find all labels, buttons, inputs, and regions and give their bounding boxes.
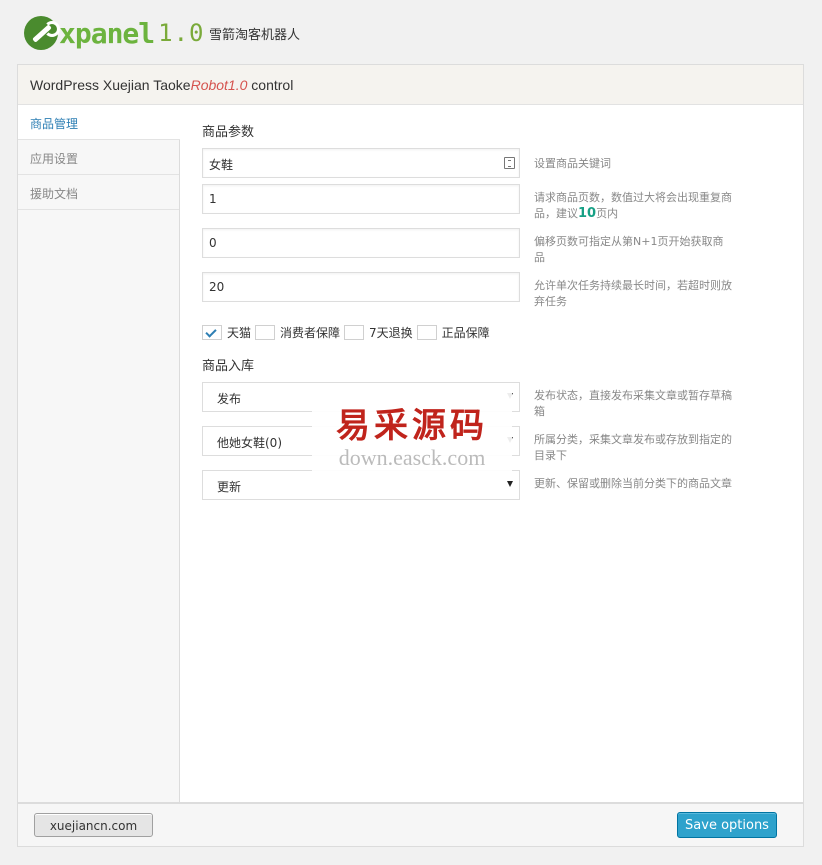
sidebar-item-app-settings[interactable]: 应用设置 — [18, 140, 179, 175]
contact-card-icon — [504, 157, 515, 169]
offset-value: 0 — [209, 236, 217, 250]
checkbox-consumer-protection[interactable]: 消费者保障 — [255, 324, 340, 341]
section-title-storage: 商品入库 — [202, 359, 255, 374]
checkbox-tmall-box[interactable] — [202, 325, 222, 340]
timeout-input[interactable]: 20 — [202, 272, 520, 302]
logo: xpanel 1.0 — [24, 16, 205, 50]
action-select[interactable]: 更新 — [202, 470, 520, 500]
section-title-product-params: 商品参数 — [202, 125, 255, 140]
pages-description-1: 请求商品页数，数值过大将会出现重复商品，建议 — [534, 191, 732, 220]
category-select[interactable]: 他她女鞋(0) — [202, 426, 520, 456]
logo-version: 1.0 — [158, 19, 205, 47]
keyword-row: 女鞋 设置商品关键词 — [202, 148, 762, 178]
category-description: 所属分类，采集文章发布或存放到指定的目录下 — [534, 433, 732, 462]
dropdown-arrow-icon — [507, 393, 513, 399]
action-row: 更新 更新、保留或删除当前分类下的商品文章 — [202, 470, 762, 500]
panel-title: WordPress Xuejian TaokeRobot1.0 control — [18, 65, 803, 105]
checkbox-consumer-protection-label: 消费者保障 — [280, 326, 341, 340]
checkbox-tmall[interactable]: 天猫 — [202, 324, 251, 341]
checkbox-7day-return-box[interactable] — [344, 325, 365, 340]
checkbox-genuine-box[interactable] — [416, 325, 437, 340]
pages-value: 1 — [209, 192, 217, 206]
dropdown-arrow-icon — [507, 437, 513, 443]
pages-description: 请求商品页数，数值过大将会出现重复商品，建议10页内 — [534, 184, 734, 222]
filter-checkboxes: 天猫 消费者保障 7天退换 正品保障 — [202, 324, 762, 341]
pages-description-highlight: 10 — [578, 206, 597, 221]
status-description: 发布状态，直接发布采集文章或暂存草稿箱 — [534, 389, 732, 418]
action-description: 更新、保留或删除当前分类下的商品文章 — [534, 477, 732, 490]
options-panel: WordPress Xuejian TaokeRobot1.0 control … — [17, 64, 804, 803]
checkbox-7day-return-label: 7天退换 — [369, 326, 413, 340]
keyword-input[interactable]: 女鞋 — [202, 148, 520, 178]
timeout-value: 20 — [209, 280, 225, 294]
keyword-description: 设置商品关键词 — [534, 157, 611, 170]
panel-title-accent: Robot1.0 — [190, 77, 248, 93]
sidebar-item-help-docs[interactable]: 援助文档 — [18, 175, 179, 210]
sidebar: 商品管理 应用设置 援助文档 — [18, 105, 180, 802]
checkbox-genuine[interactable]: 正品保障 — [416, 324, 490, 341]
offset-description: 偏移页数可指定从第N+1页开始获取商品 — [534, 235, 724, 264]
offset-row: 0 偏移页数可指定从第N+1页开始获取商品 — [202, 228, 762, 266]
logo-text: xpanel — [59, 16, 155, 50]
checkbox-tmall-label: 天猫 — [227, 326, 252, 340]
checkbox-consumer-protection-box[interactable] — [255, 325, 276, 340]
pages-input[interactable]: 1 — [202, 184, 520, 214]
action-select-value: 更新 — [217, 480, 242, 494]
main-content: 商品参数 女鞋 设置商品关键词 1 请求商品页数，数值过大将会出现重复商品，建议… — [202, 121, 762, 506]
status-select-value: 发布 — [217, 392, 242, 406]
sidebar-item-product-management[interactable]: 商品管理 — [18, 105, 180, 140]
footer-bar: xuejiancn.com Save options — [17, 803, 804, 847]
keyword-value: 女鞋 — [209, 158, 234, 172]
timeout-row: 20 允许单次任务持续最长时间，若超时则放弃任务 — [202, 272, 762, 310]
status-select[interactable]: 发布 — [202, 382, 520, 412]
header-subtitle: 雪箭淘客机器人 — [209, 28, 301, 43]
checkbox-7day-return[interactable]: 7天退换 — [344, 324, 413, 341]
save-options-button[interactable]: Save options — [677, 812, 777, 838]
checkbox-genuine-label: 正品保障 — [441, 326, 490, 340]
pages-description-2: 页内 — [596, 207, 619, 220]
dropdown-arrow-icon — [507, 481, 513, 487]
category-row: 他她女鞋(0) 所属分类，采集文章发布或存放到指定的目录下 — [202, 426, 762, 464]
panel-title-suffix: control — [251, 77, 294, 93]
timeout-description: 允许单次任务持续最长时间，若超时则放弃任务 — [534, 279, 732, 308]
status-row: 发布 发布状态，直接发布采集文章或暂存草稿箱 — [202, 382, 762, 420]
offset-input[interactable]: 0 — [202, 228, 520, 258]
category-select-value: 他她女鞋(0) — [217, 436, 282, 450]
wrench-logo-icon — [24, 16, 60, 50]
site-link-button[interactable]: xuejiancn.com — [34, 813, 153, 837]
panel-title-prefix: WordPress Xuejian Taoke — [30, 77, 191, 93]
pages-row: 1 请求商品页数，数值过大将会出现重复商品，建议10页内 — [202, 184, 762, 222]
header: xpanel 1.0 雪箭淘客机器人 — [0, 0, 822, 64]
